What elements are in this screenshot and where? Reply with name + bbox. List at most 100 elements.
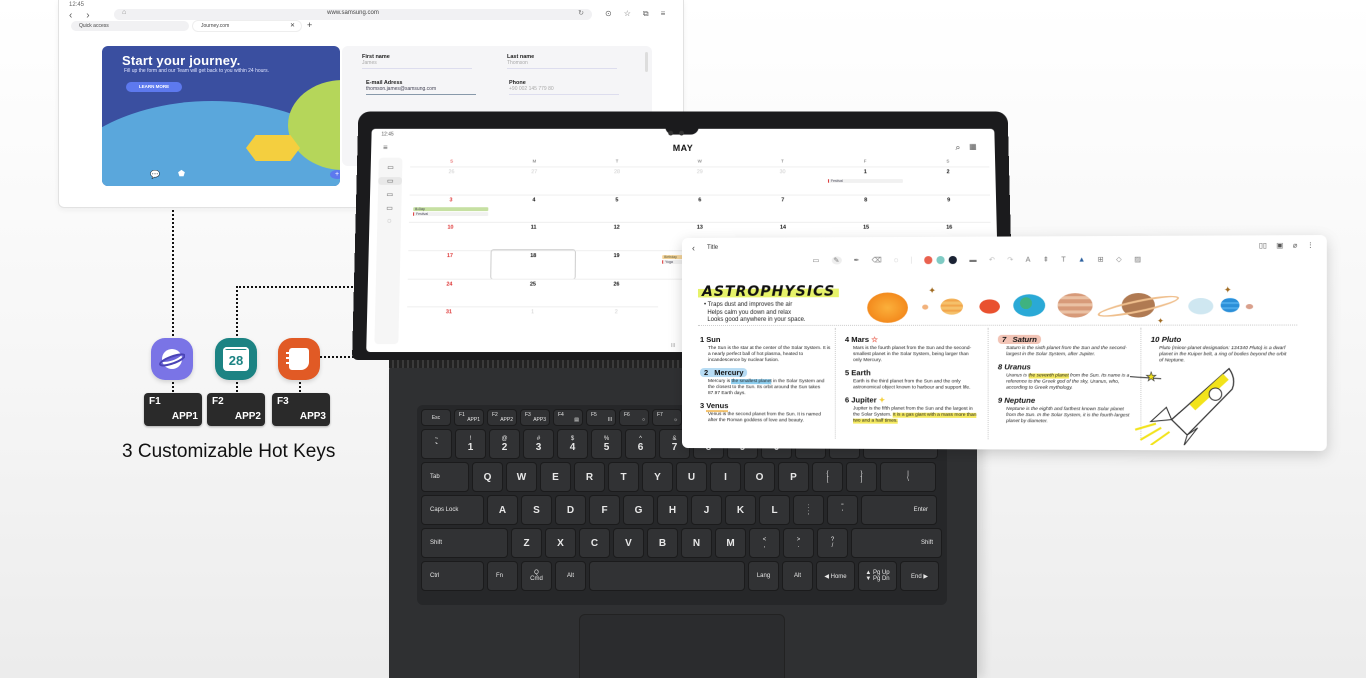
calendar-day-cell[interactable]: 9 <box>907 194 991 223</box>
key-a[interactable]: A <box>487 495 518 525</box>
undo-icon[interactable]: ↶ <box>989 256 995 264</box>
key-g[interactable]: G <box>623 495 654 525</box>
key-u[interactable]: U <box>676 462 707 492</box>
pen-color-teal[interactable] <box>936 256 945 265</box>
calendar-day-cell[interactable]: 30 <box>741 166 825 195</box>
key-bracket[interactable]: {[ <box>812 462 843 492</box>
key-`[interactable]: ~ ` <box>421 429 452 459</box>
calendar-day-cell[interactable]: 8 <box>824 194 908 223</box>
key-cmd[interactable]: Q Cmd <box>521 561 552 591</box>
reminder-icon[interactable]: ◌ <box>377 218 401 225</box>
year-view-icon[interactable]: ▭ <box>379 164 403 172</box>
pen-color-black[interactable] <box>948 255 958 265</box>
add-fab-button[interactable]: + <box>330 170 340 179</box>
download-icon[interactable]: ⊙ <box>605 9 612 19</box>
calendar-day-cell[interactable]: 11 <box>491 222 576 251</box>
close-tab-icon[interactable]: ✕ <box>290 22 295 29</box>
fill-icon[interactable]: ▲ <box>1078 256 1085 263</box>
lasso-icon[interactable]: ◌ <box>894 257 898 264</box>
text-tool-icon[interactable]: A <box>1026 256 1031 263</box>
day-view-icon[interactable]: ▭ <box>378 204 402 212</box>
key-page[interactable]: ▲ Pg Up ▼ Pg Dn <box>858 561 897 591</box>
key-f4[interactable]: F4 ▤ <box>553 409 583 426</box>
more-options-icon[interactable]: ⋮ <box>1307 241 1314 249</box>
calendar-event[interactable]: Festival <box>413 211 489 216</box>
email-field[interactable]: thomson.james@samsung.com <box>366 86 476 95</box>
key-alt-right[interactable]: Alt <box>782 561 813 591</box>
key-end[interactable]: End ▶ <box>900 561 939 591</box>
key-p[interactable]: P <box>778 462 809 492</box>
key-ctrl[interactable]: Ctrl <box>421 561 484 591</box>
bookmark-icon[interactable]: ☆ <box>624 9 631 19</box>
key-k[interactable]: K <box>725 495 756 525</box>
pen-color-red[interactable] <box>924 256 933 265</box>
key-f[interactable]: F <box>589 495 620 525</box>
hotkey-f2[interactable]: F2 APP2 <box>207 393 265 426</box>
calendar-day-cell[interactable]: 18 <box>490 249 576 280</box>
back-icon[interactable]: ‹ <box>692 243 695 253</box>
forward-button[interactable]: › <box>86 10 89 21</box>
key-fn[interactable]: Fn <box>487 561 518 591</box>
location-icon[interactable]: ⬟ <box>178 169 185 178</box>
calendar-day-cell[interactable]: 29 <box>658 166 742 195</box>
calendar-day-cell[interactable]: 26 <box>574 278 659 307</box>
key-1[interactable]: ! 1 <box>455 429 486 459</box>
calendar-day-cell[interactable]: 31 <box>406 306 491 336</box>
key-bracket[interactable]: | \ <box>880 462 936 492</box>
key-tab[interactable]: Tab <box>421 462 469 492</box>
key-t[interactable]: T <box>608 462 639 492</box>
key-5[interactable]: % 5 <box>591 429 622 459</box>
learn-more-button[interactable]: LEARN MORE <box>126 82 182 92</box>
note-title[interactable]: Title <box>707 245 718 251</box>
hotkey-app-notes[interactable] <box>278 338 320 380</box>
key-6[interactable]: ^ 6 <box>625 429 656 459</box>
month-view-icon[interactable]: ▭ <box>378 177 403 185</box>
search-icon[interactable]: ⌕ <box>955 142 960 153</box>
redo-icon[interactable]: ↷ <box>1007 256 1013 264</box>
tab-journey[interactable]: Journey.com ✕ <box>193 21 301 31</box>
key-x[interactable]: X <box>545 528 576 558</box>
key-l[interactable]: L <box>759 495 790 525</box>
form-scrollbar[interactable] <box>645 52 648 72</box>
pen-icon[interactable]: ✎ <box>831 256 842 265</box>
tab-quick-access[interactable]: Quick access <box>71 21 189 31</box>
key-h[interactable]: H <box>657 495 688 525</box>
key-b[interactable]: B <box>647 528 678 558</box>
menu-icon[interactable]: ≡ <box>661 9 666 19</box>
image-icon[interactable]: ▨ <box>1134 255 1141 263</box>
key-shift-left[interactable]: Shift <box>421 528 508 558</box>
key-w[interactable]: W <box>506 462 537 492</box>
key-f1[interactable]: F1 APP1 <box>454 409 484 426</box>
key-f3[interactable]: F3 APP3 <box>520 409 550 426</box>
calendar-event[interactable]: B-Day <box>413 206 489 211</box>
key-lang[interactable]: Lang <box>748 561 779 591</box>
calendar-event[interactable]: Festival <box>827 179 903 183</box>
key-o[interactable]: O <box>744 462 775 492</box>
key-3[interactable]: #3 <box>523 429 554 459</box>
key-home[interactable]: ◀ Home <box>816 561 855 591</box>
key-punct[interactable]: <, <box>749 528 780 558</box>
key-f2[interactable]: F2 APP2 <box>487 409 517 426</box>
calendar-day-cell[interactable]: 7 <box>741 194 825 223</box>
key-j[interactable]: J <box>691 495 722 525</box>
key-bracket[interactable]: }] <box>846 462 877 492</box>
today-icon[interactable]: ▦ <box>969 142 977 151</box>
chat-icon[interactable]: 💬 <box>150 170 160 179</box>
calendar-day-cell[interactable]: 5 <box>575 194 659 223</box>
key-m[interactable]: M <box>715 528 746 558</box>
tabs-icon[interactable]: ⧉ <box>643 9 649 19</box>
key-4[interactable]: $4 <box>557 429 588 459</box>
back-button[interactable]: ‹ <box>69 10 72 21</box>
hotkey-app-calendar[interactable]: 28 <box>215 338 257 380</box>
hotkey-f1[interactable]: F1 APP1 <box>144 393 202 426</box>
key-2[interactable]: @2 <box>489 429 520 459</box>
calendar-day-cell[interactable]: 6 <box>658 194 742 223</box>
keyboard-mode-icon[interactable]: ▭ <box>813 256 820 264</box>
stroke-width-icon[interactable]: ▬ <box>969 256 976 263</box>
key-shift-right[interactable]: Shift <box>851 528 942 558</box>
calendar-day-cell[interactable]: 27 <box>492 166 576 195</box>
key-e[interactable]: E <box>540 462 571 492</box>
key-punct[interactable]: >. <box>783 528 814 558</box>
key-d[interactable]: D <box>555 495 586 525</box>
highlighter-icon[interactable]: ✒ <box>854 256 860 264</box>
